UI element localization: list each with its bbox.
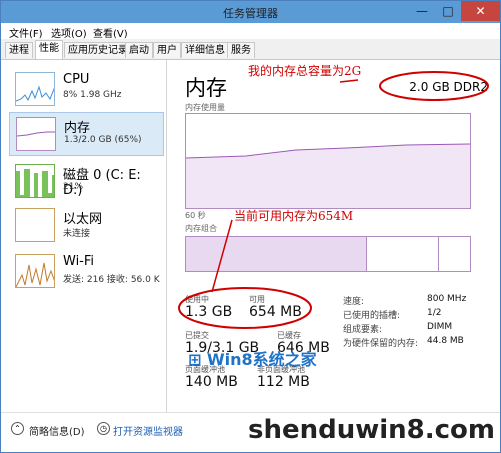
capacity-circle	[379, 71, 489, 101]
available-annotation: 当前可用内存为654M	[234, 209, 354, 223]
available-arrow	[211, 219, 233, 293]
available-circle	[178, 287, 312, 329]
capacity-annotation: 我的内存总容量为2G	[248, 64, 362, 78]
capacity-arrow	[339, 79, 359, 83]
logo-text: Win8系统之家	[206, 350, 317, 369]
win8-logo: ⊞ Win8系统之家	[188, 346, 317, 370]
watermark: shenduwin8.com	[247, 415, 495, 445]
windows-icon: ⊞	[188, 350, 202, 369]
